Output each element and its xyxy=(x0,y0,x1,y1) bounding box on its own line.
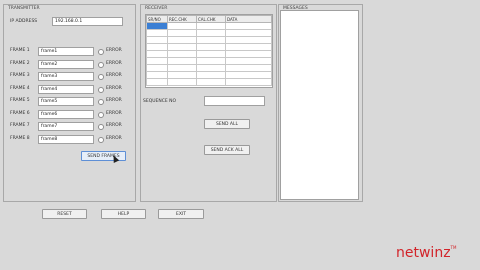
transmitter-title: TRANSMITTER xyxy=(8,6,40,11)
send-frames-button[interactable]: SEND FRAMES xyxy=(81,151,126,161)
reset-button[interactable]: RESET xyxy=(42,209,87,219)
frame-error-radio[interactable] xyxy=(98,99,104,105)
exit-button[interactable]: EXIT xyxy=(158,209,204,219)
table-cell[interactable] xyxy=(167,78,197,86)
frame-label: FRAME 6 xyxy=(10,110,30,116)
frame-error-radio[interactable] xyxy=(98,61,104,68)
sequence-no-input[interactable] xyxy=(204,96,265,106)
table-cell[interactable] xyxy=(225,50,272,58)
table-cell[interactable] xyxy=(225,64,272,72)
table-row[interactable] xyxy=(146,29,272,37)
frame-input[interactable]: frame8 xyxy=(38,134,94,144)
frame-input[interactable]: frame3 xyxy=(38,72,94,81)
table-cell[interactable] xyxy=(146,22,168,30)
table-cell[interactable] xyxy=(196,22,226,30)
frame-error-label: ERROR xyxy=(106,60,122,66)
table-cell[interactable] xyxy=(196,71,226,79)
frame-error-radio[interactable] xyxy=(98,74,104,80)
table-row[interactable] xyxy=(146,78,272,86)
frame-label: FRAME 5 xyxy=(10,98,30,103)
frame-input[interactable]: frame6 xyxy=(38,109,94,119)
frame-error-label: ERROR xyxy=(106,85,122,91)
table-cell[interactable] xyxy=(167,64,197,72)
table-cell[interactable] xyxy=(146,71,168,79)
table-row[interactable] xyxy=(146,43,272,51)
table-cell[interactable] xyxy=(196,78,226,86)
table-row[interactable] xyxy=(146,64,272,72)
frame-error-radio[interactable] xyxy=(98,86,104,93)
frame-error-label: ERROR xyxy=(106,48,122,53)
frame-label: FRAME 7 xyxy=(10,123,30,128)
brand-name: netwinz xyxy=(396,245,451,261)
frame-error-radio[interactable] xyxy=(98,124,104,130)
table-cell[interactable] xyxy=(225,57,272,65)
column-header-data[interactable]: DATA xyxy=(225,15,272,23)
ip-address-label: IP ADDRESS xyxy=(10,19,38,24)
table-cell[interactable] xyxy=(225,36,272,44)
frame-error-label: ERROR xyxy=(106,98,122,103)
table-cell[interactable] xyxy=(146,50,168,58)
frame-input[interactable]: frame2 xyxy=(38,59,94,69)
frame-error-label: ERROR xyxy=(106,73,122,78)
sequence-no-label: SEQUENCE NO xyxy=(143,99,177,104)
table-cell[interactable] xyxy=(225,22,272,30)
frame-error-label: ERROR xyxy=(106,135,122,141)
table-cell[interactable] xyxy=(167,43,197,51)
table-cell[interactable] xyxy=(196,50,226,58)
frame-input[interactable]: frame1 xyxy=(38,47,94,56)
receiver-table[interactable]: SR/NO REC.CHK CAL.CHK DATA xyxy=(145,14,273,88)
table-row[interactable] xyxy=(146,57,272,65)
brand-trademark: TM xyxy=(450,245,457,250)
table-cell[interactable] xyxy=(146,64,168,72)
frame-label: FRAME 1 xyxy=(10,48,30,53)
table-cell[interactable] xyxy=(167,36,197,44)
table-cell[interactable] xyxy=(167,22,197,30)
table-cell[interactable] xyxy=(196,64,226,72)
table-row[interactable] xyxy=(146,50,272,58)
table-cell[interactable] xyxy=(167,29,197,37)
table-cell[interactable] xyxy=(225,29,272,37)
table-cell[interactable] xyxy=(225,78,272,86)
send-all-button[interactable]: SEND ALL xyxy=(204,119,250,129)
table-row[interactable] xyxy=(146,22,272,30)
table-cell[interactable] xyxy=(146,57,168,65)
netwinz-logo: netwinzTM xyxy=(396,245,456,261)
table-cell[interactable] xyxy=(146,43,168,51)
table-row[interactable] xyxy=(146,36,272,44)
table-cell[interactable] xyxy=(146,78,168,86)
table-row[interactable] xyxy=(146,71,272,79)
table-cell[interactable] xyxy=(167,50,197,58)
column-header-rec-chk[interactable]: REC.CHK xyxy=(167,15,197,23)
send-ack-all-button[interactable]: SEND ACK ALL xyxy=(204,145,250,155)
table-cell[interactable] xyxy=(196,36,226,44)
ip-address-input[interactable]: 192.168.0.1 xyxy=(52,17,123,26)
frame-error-radio[interactable] xyxy=(98,136,104,143)
frame-error-radio[interactable] xyxy=(98,111,104,118)
frame-error-label: ERROR xyxy=(106,123,122,128)
table-cell[interactable] xyxy=(196,43,226,51)
table-cell[interactable] xyxy=(146,29,168,37)
receiver-title: RECEIVER xyxy=(145,6,168,11)
column-header-cal-chk[interactable]: CAL.CHK xyxy=(196,15,226,23)
frame-input[interactable]: frame7 xyxy=(38,122,94,131)
frame-input[interactable]: frame4 xyxy=(38,84,94,94)
help-button[interactable]: HELP xyxy=(101,209,146,219)
frame-error-radio[interactable] xyxy=(98,49,104,55)
frame-input[interactable]: frame5 xyxy=(38,97,94,106)
frame-label: FRAME 8 xyxy=(10,135,30,141)
column-header-srno[interactable]: SR/NO xyxy=(146,15,168,23)
frame-error-label: ERROR xyxy=(106,110,122,116)
frame-label: FRAME 2 xyxy=(10,60,30,66)
frame-label: FRAME 4 xyxy=(10,85,30,91)
table-cell[interactable] xyxy=(167,71,197,79)
table-cell[interactable] xyxy=(196,29,226,37)
table-cell[interactable] xyxy=(225,71,272,79)
frame-label: FRAME 3 xyxy=(10,73,30,78)
table-cell[interactable] xyxy=(167,57,197,65)
table-cell[interactable] xyxy=(196,57,226,65)
messages-box[interactable] xyxy=(280,10,359,200)
table-cell[interactable] xyxy=(146,36,168,44)
table-cell[interactable] xyxy=(225,43,272,51)
